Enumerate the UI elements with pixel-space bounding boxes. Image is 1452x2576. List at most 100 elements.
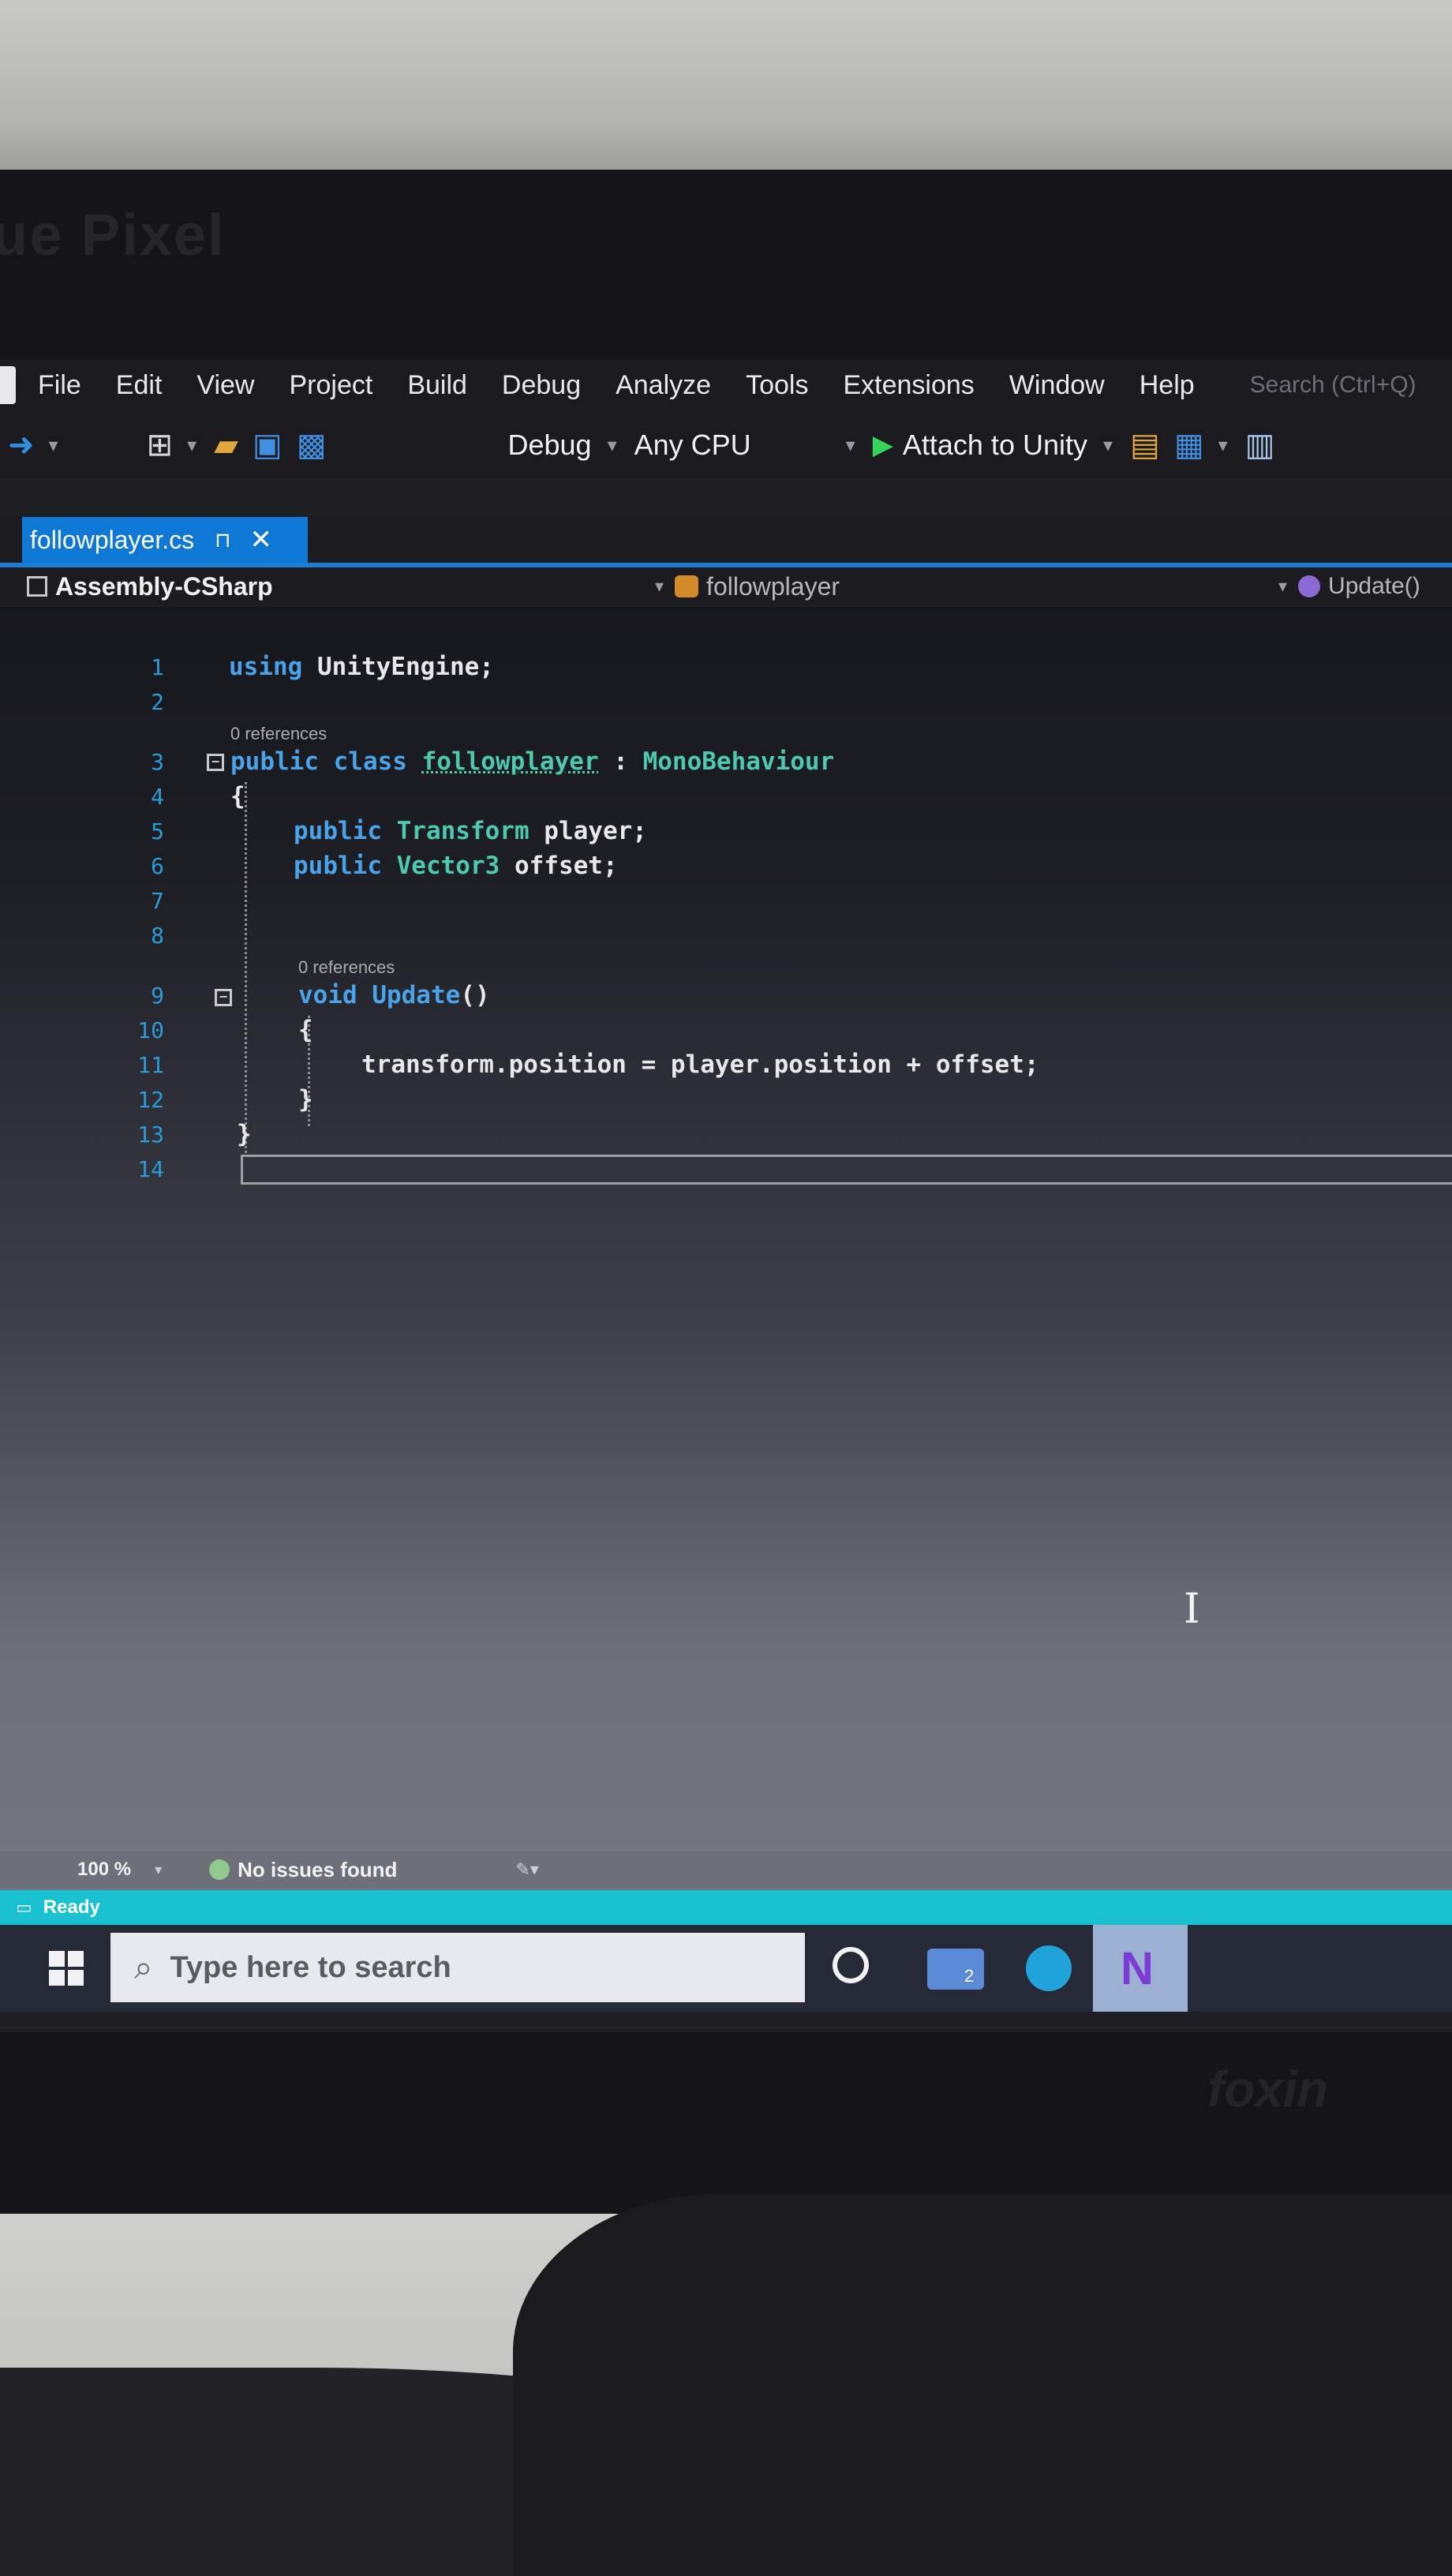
collapse-icon[interactable]: − [207,754,224,771]
search-icon: ⌕ [134,1948,153,1986]
tab-followplayer[interactable]: followplayer.cs ⊓ ✕ [22,517,308,563]
status-bar: ▭ Ready [0,1890,1452,1925]
close-icon[interactable]: ✕ [249,524,272,556]
zoom-level[interactable]: 100 % [77,1859,131,1881]
code-text: : [598,747,643,776]
menu-window[interactable]: Window [1009,370,1105,401]
editor-status-row: 100 % ▾ No issues found ✎▾ [0,1851,1452,1889]
configuration-select[interactable]: Debug [507,429,591,462]
class-name: followplayer [421,747,599,776]
monitor-stand [513,2194,1452,2576]
attach-to-unity-button[interactable]: Attach to Unity [903,429,1087,462]
code-text: UnityEngine; [302,653,494,681]
attach-dropdown-icon[interactable]: ▾ [1103,434,1113,457]
indent-guide [245,782,247,1153]
menu-help[interactable]: Help [1140,370,1195,401]
menu-analyze[interactable]: Analyze [616,370,711,401]
current-line-highlight [241,1155,1452,1185]
member-dropdown-icon: ▾ [1278,576,1288,596]
keyword: void [298,981,357,1009]
code-text: offset; [500,852,618,880]
monitor-brand-top: ue Pixel [0,202,226,268]
class-dropdown[interactable]: ▾ followplayer [655,572,840,601]
cortana-icon[interactable] [833,1947,869,1983]
class-dropdown-icon: ▾ [655,576,664,596]
issues-indicator[interactable]: No issues found [238,1858,397,1882]
screen: File Edit View Project Build Debug Analy… [0,359,1452,2032]
file-explorer-badge: 2 [964,1966,975,1986]
code-line-3: public class followplayer : MonoBehaviou… [230,747,834,776]
line-number: 6 [151,853,164,879]
type-name: Transform [381,817,530,845]
windows-start-icon[interactable] [49,1951,84,1986]
new-project-icon[interactable]: ⊞ [147,429,174,461]
edge-browser-icon[interactable] [1026,1945,1072,1991]
codelens-references[interactable]: 0 references [298,957,395,978]
method-name: Update [357,981,461,1009]
line-number: 11 [137,1052,164,1078]
code-cleanup-icon[interactable]: ✎▾ [515,1859,538,1880]
menu-edit[interactable]: Edit [116,370,163,401]
menu-file[interactable]: File [38,370,81,401]
taskbar-search-box[interactable]: ⌕ Type here to search [110,1933,805,2002]
play-icon[interactable]: ▶ [873,429,893,461]
browser-link-icon[interactable]: ▦ [1174,429,1204,461]
solution-explorer-icon[interactable]: ▥ [1245,429,1275,461]
line-number: 5 [151,818,164,844]
keyword: public [294,817,382,845]
code-text: () [460,981,490,1009]
code-editor[interactable]: 1 2 3 4 5 6 7 8 9 10 11 12 13 14 − − usi… [0,607,1452,1909]
line-number: 3 [151,749,164,775]
line-number: 10 [137,1017,164,1043]
menu-extensions[interactable]: Extensions [843,370,974,401]
file-explorer-icon[interactable] [927,1949,984,1990]
open-folder-icon[interactable]: ▰ [214,429,238,461]
keyword: public [230,747,319,776]
platform-select[interactable]: Any CPU [634,429,751,462]
menu-tools[interactable]: Tools [746,370,808,401]
save-all-icon[interactable]: ▩ [297,429,327,461]
menu-build[interactable]: Build [407,370,467,401]
taskbar: ⌕ Type here to search 2 N [0,1925,1452,2012]
collapse-icon[interactable]: − [215,989,232,1006]
line-number: 9 [151,983,164,1009]
code-text: player; [529,817,647,845]
project-dropdown[interactable]: Assembly-CSharp [27,572,273,601]
visual-studio-logo-icon [0,366,16,404]
check-icon [209,1859,230,1880]
save-icon[interactable]: ▣ [253,429,283,461]
back-dropdown-icon[interactable]: ▾ [49,434,58,457]
keyword: class [318,747,422,776]
line-number: 12 [137,1087,164,1113]
type-name: Vector3 [381,852,500,880]
line-number: 4 [151,784,164,810]
project-icon [27,576,47,597]
member-dropdown[interactable]: ▾ Update() [1278,573,1420,600]
search-box[interactable]: Search (Ctrl+Q) [1250,372,1416,399]
debug-target-icon[interactable]: ▤ [1130,429,1160,461]
code-line-1: using UnityEngine; [229,653,494,681]
monitor-brand-bottom: foxin [1207,2061,1328,2117]
pin-icon[interactable]: ⊓ [215,528,230,552]
configuration-dropdown-icon[interactable]: ▾ [608,434,617,457]
browser-link-dropdown-icon[interactable]: ▾ [1218,434,1228,457]
new-project-dropdown-icon[interactable]: ▾ [187,434,196,457]
document-tab-strip: followplayer.cs ⊓ ✕ [0,517,1452,567]
menu-view[interactable]: View [196,370,254,401]
code-line-6: public Vector3 offset; [294,852,618,880]
line-number: 8 [151,923,164,949]
menu-project[interactable]: Project [289,370,372,401]
back-nav-icon[interactable]: ➜ [8,429,35,461]
menu-debug[interactable]: Debug [502,370,581,401]
code-line-13: } [237,1120,252,1148]
zoom-dropdown-icon[interactable]: ▾ [155,1862,162,1878]
taskbar-search-placeholder: Type here to search [170,1950,451,1984]
class-icon [675,575,699,597]
codelens-references[interactable]: 0 references [230,724,327,744]
line-number: 14 [137,1156,164,1182]
platform-dropdown-icon[interactable]: ▾ [846,434,855,457]
status-icon: ▭ [16,1897,32,1917]
navigation-bar: Assembly-CSharp ▾ followplayer ▾ Update(… [0,567,1452,605]
member-label: Update() [1328,573,1420,599]
status-text: Ready [43,1896,100,1918]
